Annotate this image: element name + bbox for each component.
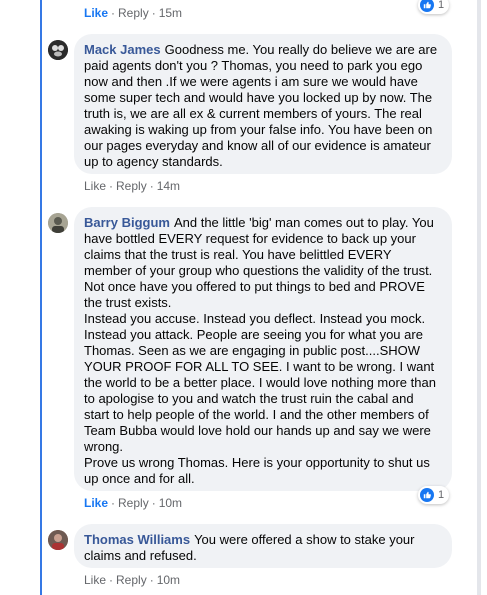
timestamp[interactable]: 10m — [159, 496, 182, 510]
comment-bubble: Mack James Goodness me. You really do bel… — [74, 34, 452, 174]
reply-button[interactable]: Reply — [116, 573, 147, 587]
avatar[interactable] — [48, 213, 68, 233]
like-button[interactable]: Like — [84, 496, 108, 510]
avatar[interactable] — [48, 40, 68, 60]
thumbs-up-icon — [420, 0, 434, 12]
thumbs-up-icon — [420, 488, 434, 502]
reply-button[interactable]: Reply — [118, 496, 149, 510]
comment-actions: Like · Reply · 10m — [84, 573, 181, 587]
timestamp[interactable]: 15m — [159, 6, 182, 20]
reaction-count: 1 — [438, 0, 445, 11]
like-button[interactable]: Like — [84, 179, 106, 193]
thread-line — [40, 0, 42, 595]
comment-author[interactable]: Barry Biggum — [84, 215, 170, 230]
reaction-badge[interactable]: 1 — [418, 486, 450, 504]
reply-button[interactable]: Reply — [118, 6, 149, 20]
comment-author[interactable]: Mack James — [84, 42, 161, 57]
comment-author[interactable]: Thomas Williams — [84, 532, 190, 547]
timestamp[interactable]: 14m — [157, 179, 180, 193]
avatar[interactable] — [48, 530, 68, 550]
like-button[interactable]: Like — [84, 6, 108, 20]
comment-text: Goodness me. You really do believe we ar… — [84, 42, 441, 169]
comment-bubble: Barry Biggum And the little 'big' man com… — [74, 207, 452, 491]
reaction-badge[interactable]: 1 — [418, 0, 450, 14]
comment-bubble: Thomas Williams You were offered a show t… — [74, 524, 452, 568]
scroll-edge — [477, 0, 481, 595]
comment-actions: Like · Reply · 14m — [84, 179, 181, 193]
reaction-count: 1 — [438, 489, 445, 501]
comment-actions: Like · Reply · 15m — [84, 6, 183, 20]
reply-button[interactable]: Reply — [116, 179, 147, 193]
like-button[interactable]: Like — [84, 573, 106, 587]
timestamp[interactable]: 10m — [157, 573, 180, 587]
comment-actions: Like · Reply · 10m — [84, 496, 183, 510]
comment-text: And the little 'big' man comes out to pl… — [84, 215, 436, 486]
